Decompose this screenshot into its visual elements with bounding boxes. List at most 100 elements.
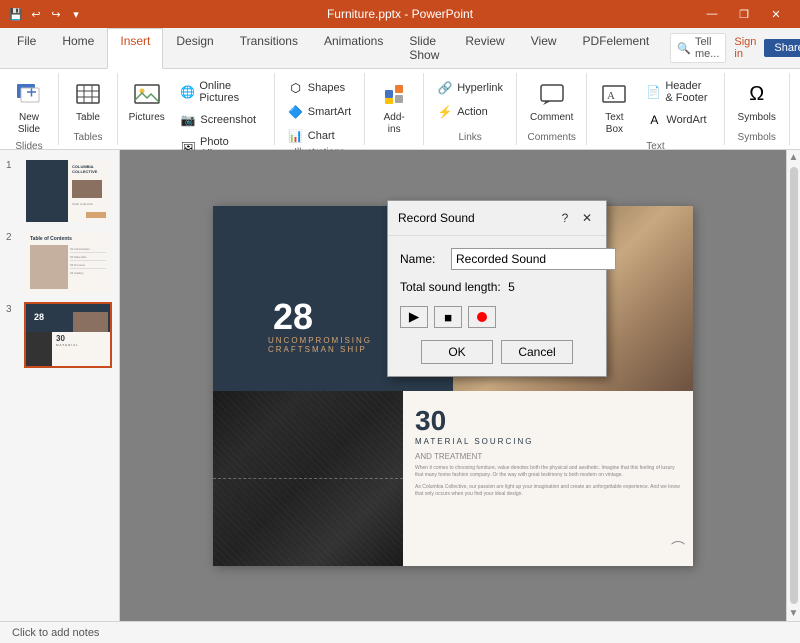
pictures-button[interactable]: Pictures [124, 73, 169, 129]
header-footer-button[interactable]: 📄 Header & Footer [639, 77, 717, 107]
tab-transitions[interactable]: Transitions [227, 28, 311, 68]
record-sound-dialog: Record Sound ? ✕ Name: Total sound lengt… [387, 200, 607, 377]
total-value: 5 [508, 280, 515, 294]
play-button[interactable]: ▶ [400, 306, 428, 328]
video-button[interactable]: Video [796, 73, 800, 129]
cancel-button[interactable]: Cancel [501, 340, 573, 364]
tell-me-box[interactable]: 🔍 Tell me... [670, 33, 726, 63]
stop-icon: ■ [444, 310, 452, 325]
hyperlink-button[interactable]: 🔗 Hyperlink [430, 77, 510, 99]
hyperlink-icon: 🔗 [437, 80, 453, 96]
tab-design[interactable]: Design [163, 28, 226, 68]
slide-img-1: COLUMBIACOLLECTIVE Chair Collection [24, 158, 112, 224]
group-slides: NewSlide Slides [0, 73, 59, 145]
group-images: Pictures 🌐 Online Pictures 📷 Screenshot … [118, 73, 275, 145]
screenshot-button[interactable]: 📷 Screenshot [173, 109, 267, 131]
scroll-up-button[interactable]: ▲ [787, 150, 800, 165]
name-label: Name: [400, 252, 445, 266]
share-button[interactable]: Share [764, 39, 800, 57]
addins-button[interactable]: Add-ins [371, 73, 417, 141]
scroll-down-button[interactable]: ▼ [787, 606, 800, 621]
slide-panel: 1 COLUMBIACOLLECTIVE Chair Collection 2 [0, 150, 120, 621]
save-icon[interactable]: 💾 [8, 6, 24, 22]
action-label: Action [457, 106, 488, 118]
slide-thumb-1[interactable]: 1 COLUMBIACOLLECTIVE Chair Collection [6, 158, 113, 224]
textbox-icon: A [598, 78, 630, 110]
smartart-button[interactable]: 🔷 SmartArt [281, 101, 358, 123]
dialog-title-text: Record Sound [398, 211, 475, 225]
svg-text:A: A [607, 90, 615, 102]
table-button[interactable]: Table [65, 73, 111, 129]
tab-animations[interactable]: Animations [311, 28, 396, 68]
online-pictures-button[interactable]: 🌐 Online Pictures [173, 77, 267, 107]
sign-in-link[interactable]: Sign in [734, 36, 756, 60]
dialog-title-buttons: ? ✕ [556, 209, 596, 227]
title-bar-controls: — ❐ ✕ [696, 0, 792, 28]
search-icon: 🔍 [677, 42, 691, 55]
customize-icon[interactable]: ▾ [68, 6, 84, 22]
slide-body-text2: As Columbia Collective, our passion are … [415, 484, 681, 499]
scroll-thumb[interactable] [790, 167, 798, 604]
group-addins: Add-ins [365, 73, 424, 145]
dialog-title-bar: Record Sound ? ✕ [388, 201, 606, 236]
undo-icon[interactable]: ↩ [28, 6, 44, 22]
restore-button[interactable]: ❐ [728, 0, 760, 28]
addins-icon [378, 78, 410, 110]
ok-button[interactable]: OK [421, 340, 493, 364]
shapes-icon: ⬡ [288, 80, 304, 96]
wordart-button[interactable]: A WordArt [639, 109, 717, 131]
tab-review[interactable]: Review [452, 28, 517, 68]
group-tables-label: Tables [74, 132, 103, 145]
tab-home[interactable]: Home [49, 28, 107, 68]
playback-controls: ▶ ■ [400, 306, 594, 328]
pictures-label: Pictures [129, 112, 165, 124]
slide-bottom-title: MATERIAL SOURCING [415, 437, 681, 446]
name-input[interactable] [451, 248, 616, 270]
header-footer-icon: 📄 [646, 84, 661, 100]
tab-pdfelement[interactable]: PDFelement [570, 28, 663, 68]
tab-view[interactable]: View [518, 28, 570, 68]
textbox-label: TextBox [605, 112, 623, 136]
redo-icon[interactable]: ↪ [48, 6, 64, 22]
table-icon [72, 78, 104, 110]
tab-insert[interactable]: Insert [107, 28, 163, 69]
symbols-button[interactable]: Ω Symbols [731, 73, 783, 129]
group-links-label: Links [458, 132, 481, 145]
group-text: A TextBox 📄 Header & Footer A WordArt Te… [587, 73, 724, 145]
slide-thumb-3[interactable]: 3 28 30 MATERIAL [6, 302, 113, 368]
tab-slideshow[interactable]: Slide Show [396, 28, 452, 68]
record-dot-icon [477, 312, 487, 322]
shapes-label: Shapes [308, 82, 345, 94]
window-title: Furniture.pptx - PowerPoint [0, 7, 800, 21]
record-button[interactable] [468, 306, 496, 328]
canvas-area: 28 UNCOMPROMISING CRAFTSMAN SHIP Craftsm… [120, 150, 786, 621]
stop-button[interactable]: ■ [434, 306, 462, 328]
slide-bottom-image [213, 391, 403, 566]
slide-bottom-subtitle: AND TREATMENT [415, 452, 681, 461]
new-slide-button[interactable]: NewSlide [6, 73, 52, 141]
smartart-icon: 🔷 [288, 104, 304, 120]
slide-thumb-2[interactable]: 2 Table of Contents 01 Introduction 02 M… [6, 230, 113, 296]
chart-button[interactable]: 📊 Chart [281, 125, 358, 147]
minimize-button[interactable]: — [696, 0, 728, 28]
vertical-scrollbar[interactable]: ▲ ▼ [786, 150, 800, 621]
dialog-question-button[interactable]: ? [556, 209, 574, 227]
action-button[interactable]: ⚡ Action [430, 101, 510, 123]
online-pictures-label: Online Pictures [199, 80, 260, 104]
quick-access: 💾 ↩ ↪ ▾ [8, 6, 84, 22]
shapes-button[interactable]: ⬡ Shapes [281, 77, 358, 99]
slide-num-2: 2 [6, 232, 20, 243]
comment-button[interactable]: Comment [523, 73, 580, 129]
close-button[interactable]: ✕ [760, 0, 792, 28]
textbox-button[interactable]: A TextBox [593, 73, 635, 141]
total-label: Total sound length: [400, 280, 501, 294]
ribbon: File Home Insert Design Transitions Anim… [0, 28, 800, 150]
ribbon-content: NewSlide Slides Table Tables [0, 69, 800, 149]
dialog-close-button[interactable]: ✕ [578, 209, 596, 227]
chart-label: Chart [308, 130, 335, 142]
new-slide-label: NewSlide [18, 112, 40, 136]
symbols-icon: Ω [741, 78, 773, 110]
tab-file[interactable]: File [4, 28, 49, 68]
wordart-icon: A [646, 112, 662, 128]
table-label: Table [76, 112, 100, 124]
